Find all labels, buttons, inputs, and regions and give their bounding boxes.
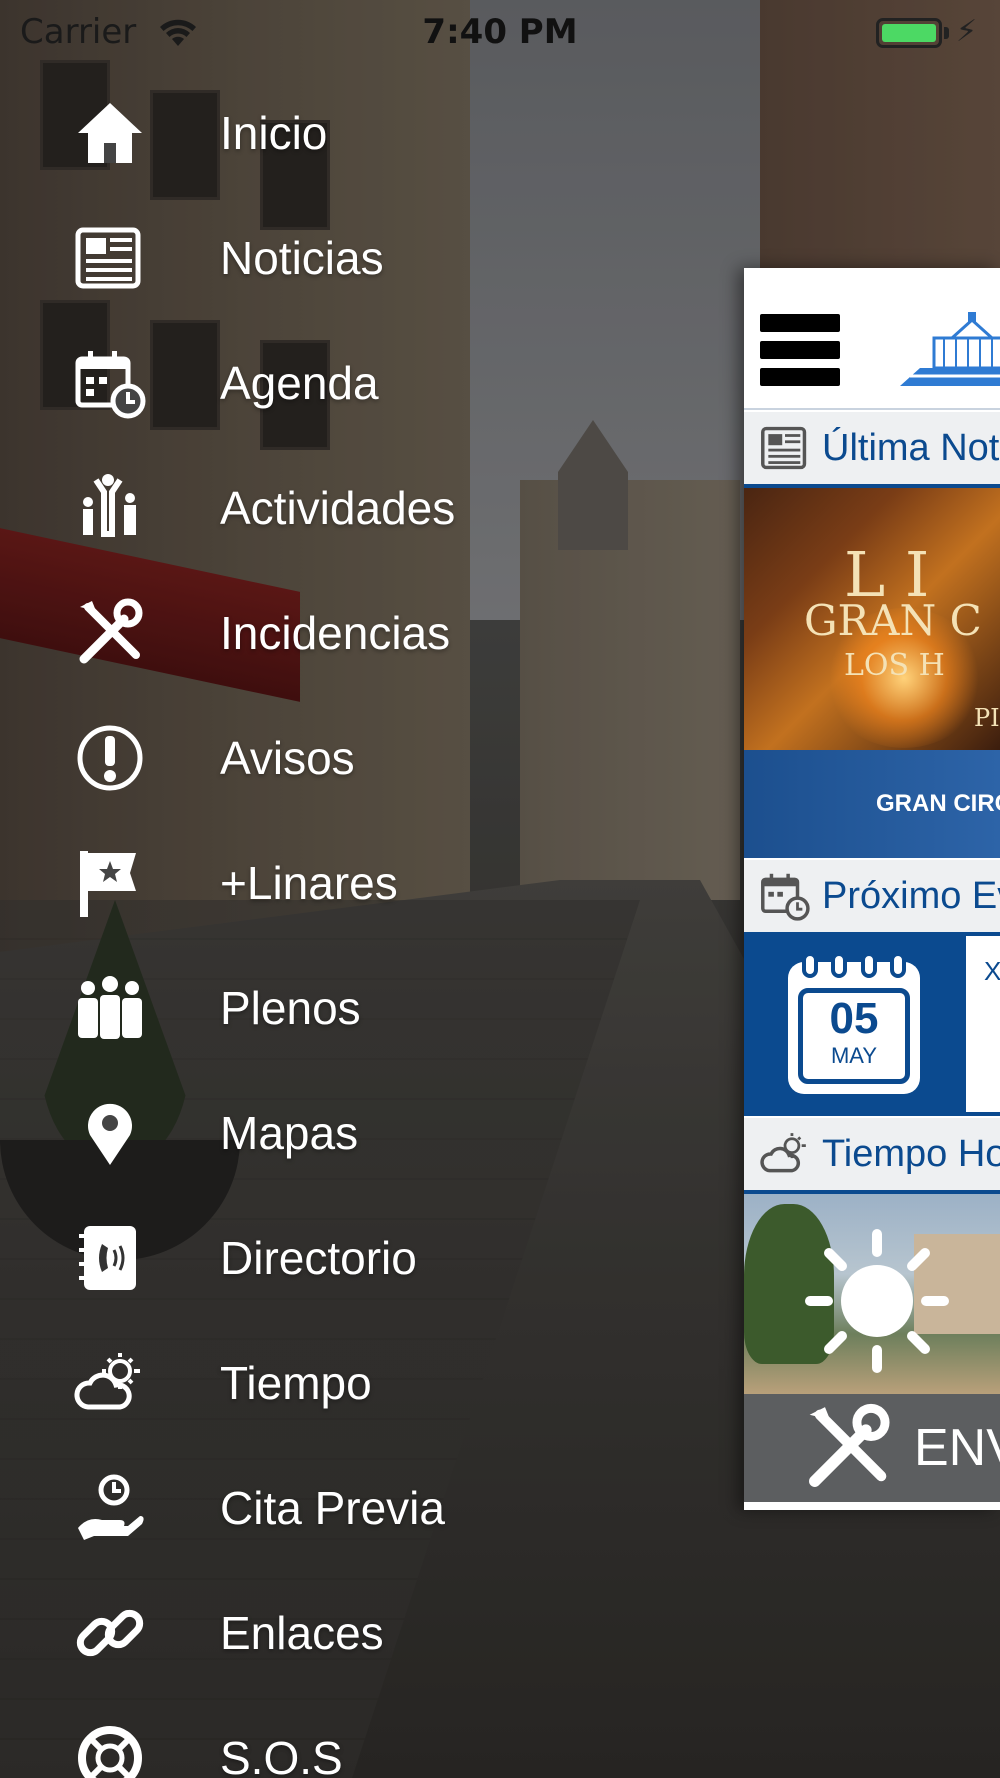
event-title: X: [984, 956, 1000, 986]
menu-item-label: Plenos: [220, 981, 361, 1034]
calendar-icon: 05 MAY: [788, 952, 920, 1094]
next-event-title: Próximo Ev: [822, 874, 1000, 917]
news-image[interactable]: L I GRAN C LOS H PI: [744, 488, 1000, 750]
newspaper-icon: [761, 426, 807, 470]
menu-item-enlaces[interactable]: Enlaces: [0, 1570, 560, 1695]
send-incident-label: ENV: [914, 1419, 1000, 1477]
menu-item-linares[interactable]: +Linares: [0, 820, 560, 945]
event-month: MAY: [830, 1043, 878, 1068]
menu-item-label: Agenda: [220, 356, 379, 409]
flag-star-icon: [70, 843, 150, 923]
weather-icon: [70, 1343, 150, 1423]
weather-today-header[interactable]: Tiempo Ho: [744, 1116, 1000, 1194]
map-pin-icon: [70, 1093, 150, 1173]
sun-icon: [805, 1229, 949, 1373]
clock: 7:40 PM: [422, 12, 578, 52]
news-caption-text: GRAN CIRC: [876, 790, 1000, 817]
menu-item-actividades[interactable]: Actividades: [0, 445, 560, 570]
latest-news-header[interactable]: Última Not: [744, 410, 1000, 488]
news-caption[interactable]: GRAN CIRC: [744, 750, 1000, 858]
next-event-header[interactable]: Próximo Ev: [744, 858, 1000, 936]
menu-item-label: Mapas: [220, 1106, 359, 1159]
menu-item-label: Cita Previa: [220, 1481, 445, 1534]
menu-item-label: Tiempo: [220, 1356, 372, 1409]
weather-today-title: Tiempo Ho: [822, 1132, 1000, 1175]
tools-icon: [70, 593, 150, 673]
tools-icon: [809, 1403, 890, 1487]
event-day: 05: [829, 994, 879, 1043]
weather-image[interactable]: [744, 1194, 1000, 1394]
menu-item-avisos[interactable]: Avisos: [0, 695, 560, 820]
event-date-block: 05 MAY: [744, 936, 966, 1116]
menu-item-label: Noticias: [220, 231, 384, 284]
lifebuoy-icon: [70, 1718, 150, 1778]
menu-item-label: Inicio: [220, 106, 328, 159]
status-bar: Carrier 7:40 PM ⚡: [0, 0, 1000, 66]
battery-icon: [876, 18, 942, 48]
menu-item-label: S.O.S: [220, 1731, 343, 1778]
phonebook-icon: [70, 1218, 150, 1298]
city-hall-logo: [900, 312, 1000, 386]
menu-item-label: Directorio: [220, 1231, 417, 1284]
menu-item-label: Actividades: [220, 481, 456, 534]
menu-item-mapas[interactable]: Mapas: [0, 1070, 560, 1195]
side-menu: Inicio Noticias Agenda Actividades Incid…: [0, 70, 560, 1778]
menu-item-label: +Linares: [220, 856, 398, 909]
appointment-icon: [70, 1468, 150, 1548]
menu-item-incidencias[interactable]: Incidencias: [0, 570, 560, 695]
newspaper-icon: [70, 218, 150, 298]
menu-item-plenos[interactable]: Plenos: [0, 945, 560, 1070]
menu-item-label: Enlaces: [220, 1606, 384, 1659]
calendar-clock-icon: [70, 343, 150, 423]
family-icon: [70, 468, 150, 548]
nav-bar: [744, 268, 1000, 410]
menu-item-noticias[interactable]: Noticias: [0, 195, 560, 320]
send-incident-button[interactable]: ENV: [744, 1394, 1000, 1502]
latest-news-title: Última Not: [822, 426, 1000, 469]
hamburger-menu-button[interactable]: [760, 314, 840, 394]
group-icon: [70, 968, 150, 1048]
alert-icon: [70, 718, 150, 798]
weather-icon: [760, 1133, 806, 1173]
event-card[interactable]: 05 MAY X: [744, 936, 1000, 1116]
menu-item-label: Incidencias: [220, 606, 451, 659]
menu-item-sos[interactable]: S.O.S: [0, 1695, 560, 1778]
home-icon: [70, 93, 150, 173]
link-icon: [70, 1593, 150, 1673]
menu-item-directorio[interactable]: Directorio: [0, 1195, 560, 1320]
calendar-clock-icon: [761, 873, 810, 921]
menu-item-tiempo[interactable]: Tiempo: [0, 1320, 560, 1445]
main-content-panel[interactable]: Última Not L I GRAN C LOS H PI GRAN CIRC…: [744, 268, 1000, 1510]
charging-icon: ⚡: [956, 14, 978, 49]
menu-item-agenda[interactable]: Agenda: [0, 320, 560, 445]
menu-item-cita-previa[interactable]: Cita Previa: [0, 1445, 560, 1570]
menu-item-label: Avisos: [220, 731, 355, 784]
menu-item-inicio[interactable]: Inicio: [0, 70, 560, 195]
